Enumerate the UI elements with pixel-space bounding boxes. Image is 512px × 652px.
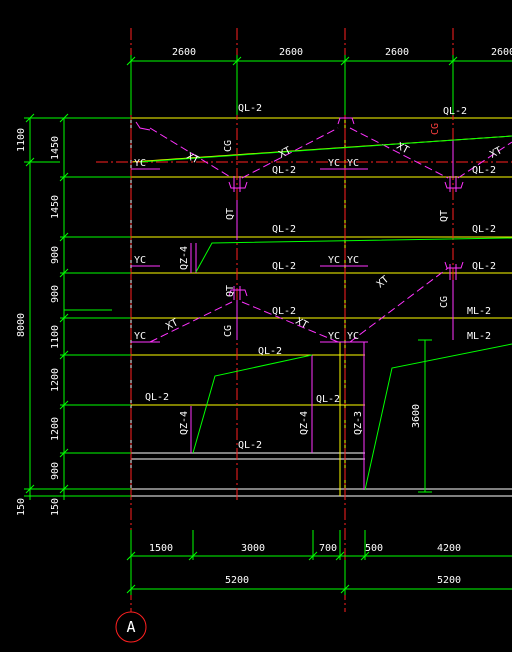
label-yc-7: YC (134, 331, 146, 342)
label-qz4-2: QZ-4 (179, 411, 190, 435)
left-inner-dim-3: 900 (50, 246, 61, 264)
left-outer-dim-2: 8000 (16, 313, 27, 337)
label-ql2-top-1: QL-2 (238, 103, 262, 114)
left-inner-dim-5: 1100 (50, 325, 61, 349)
left-dimension-chains: 1100 8000 150 1450 1450 900 900 1100 120… (16, 113, 131, 516)
label-qz3: QZ-3 (353, 411, 364, 435)
label-ql2-row2-2: QL-2 (472, 165, 496, 176)
left-inner-dim-8: 900 (50, 462, 61, 480)
label-ql2-row7-1: QL-2 (145, 392, 169, 403)
label-ml2-1: ML-2 (467, 306, 491, 317)
label-qt-2: QT (225, 285, 236, 297)
bottom-dimension-chains: 1500 3000 700 500 4200 5200 5200 (126, 530, 512, 595)
top-dim-4: 2600 (491, 47, 512, 58)
bottom-dim-7: 5200 (437, 575, 461, 586)
label-ml2-2: ML-2 (467, 331, 491, 342)
label-xt-5: XT (164, 317, 180, 332)
top-dim-2: 2600 (279, 47, 303, 58)
label-ql2-row4-2: QL-2 (472, 261, 496, 272)
label-qt-1: QT (225, 208, 236, 220)
label-ql2-row2-1: QL-2 (272, 165, 296, 176)
member-labels: QL-2 QL-2 QL-2 QL-2 QL-2 QL-2 QL-2 QL-2 … (134, 103, 504, 451)
label-yc-3: YC (347, 158, 359, 169)
outline-lines (130, 118, 512, 497)
label-ql2-row3-2: QL-2 (472, 224, 496, 235)
axis-bubble-a[interactable]: A (115, 611, 147, 643)
label-ql2-row8: QL-2 (238, 440, 262, 451)
bottom-dim-3: 700 (319, 543, 337, 554)
left-outer-dim-3: 150 (16, 498, 27, 516)
top-dimension-chain: 2600 2600 2600 2600 (126, 47, 512, 115)
label-yc-5: YC (328, 255, 340, 266)
label-ql2-row5-1: QL-2 (272, 306, 296, 317)
top-dim-3: 2600 (385, 47, 409, 58)
label-cg-2: CG (223, 325, 234, 337)
bottom-dim-4: 500 (365, 543, 383, 554)
axis-bubble-label: A (126, 618, 135, 636)
left-inner-dim-4: 900 (50, 285, 61, 303)
label-qz4-1: QZ-4 (179, 246, 190, 270)
wall-lines (130, 117, 512, 496)
label-qt-3: QT (439, 210, 450, 222)
label-cg-3: CG (439, 296, 450, 308)
label-qz4-3: QZ-4 (299, 411, 310, 435)
label-xt-7: XT (375, 274, 391, 290)
bottom-dim-1: 1500 (149, 543, 173, 554)
label-xt-1: XT (185, 151, 201, 166)
label-ql2-row3-1: QL-2 (272, 224, 296, 235)
left-inner-dim-2: 1450 (50, 195, 61, 219)
left-inner-dim-7: 1200 (50, 417, 61, 441)
label-yc-9: YC (347, 331, 359, 342)
left-inner-dim-9: 150 (50, 498, 61, 516)
label-dim-3600: 3600 (411, 404, 422, 428)
label-yc-2: YC (328, 158, 340, 169)
label-cg-4: CG (430, 123, 441, 135)
label-ql2-row6: QL-2 (258, 346, 282, 357)
top-dim-1: 2600 (172, 47, 196, 58)
label-ql2-row4-1: QL-2 (272, 261, 296, 272)
cad-drawing-canvas[interactable]: 2600 2600 2600 2600 (0, 0, 512, 652)
label-yc-1: YC (134, 158, 146, 169)
label-yc-4: YC (134, 255, 146, 266)
left-outer-dim-1: 1100 (16, 128, 27, 152)
label-ql2-top-2: QL-2 (443, 106, 467, 117)
label-yc-8: YC (328, 331, 340, 342)
label-cg-1: CG (223, 140, 234, 152)
label-yc-6: YC (347, 255, 359, 266)
label-ql2-row7-2: QL-2 (316, 394, 340, 405)
bottom-dim-5: 4200 (437, 543, 461, 554)
left-inner-dim-6: 1200 (50, 368, 61, 392)
bottom-dim-6: 5200 (225, 575, 249, 586)
left-inner-dim-1: 1450 (50, 136, 61, 160)
label-xt-4: XT (488, 145, 504, 160)
bottom-dim-2: 3000 (241, 543, 265, 554)
